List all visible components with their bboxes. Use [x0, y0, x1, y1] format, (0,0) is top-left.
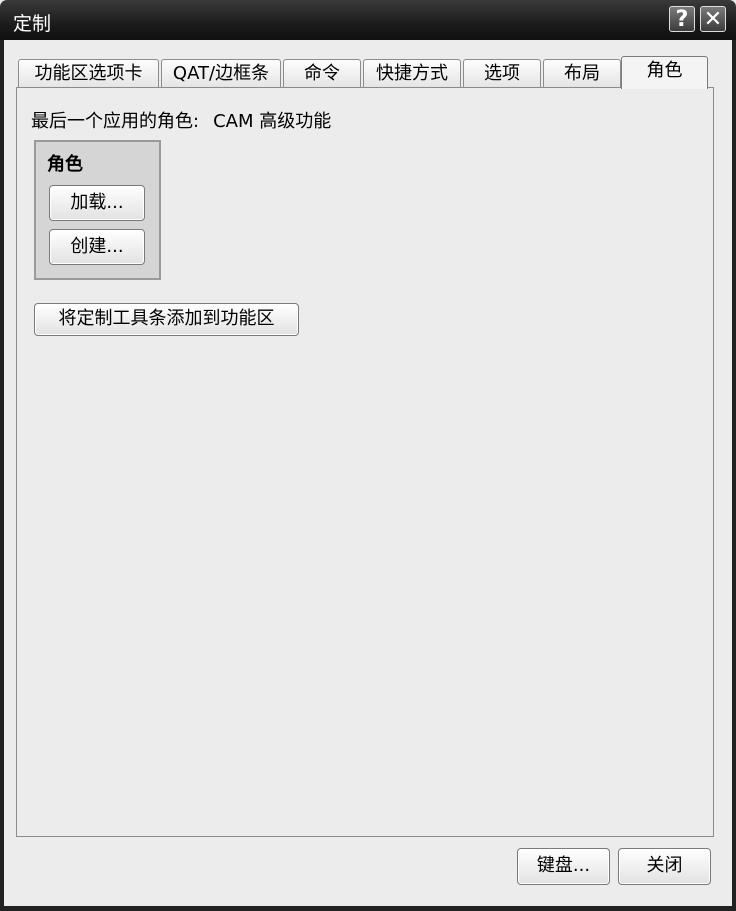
keyboard-button[interactable]: 键盘... [517, 848, 610, 885]
add-toolbars-to-ribbon-button[interactable]: 将定制工具条添加到功能区 [34, 303, 299, 336]
last-role-value: CAM 高级功能 [213, 111, 332, 132]
roles-tab-panel: 最后一个应用的角色: CAM 高级功能 角色 加载... 创建... 将定制工具条… [16, 87, 714, 837]
tab-ribbon-tabs[interactable]: 功能区选项卡 [18, 59, 159, 88]
tab-roles[interactable]: 角色 [621, 56, 708, 89]
window-frame-bottom [0, 906, 736, 911]
tab-commands[interactable]: 命令 [283, 59, 361, 88]
roles-group: 角色 加载... 创建... [34, 140, 161, 280]
load-role-button[interactable]: 加载... [49, 185, 145, 221]
create-role-button[interactable]: 创建... [49, 229, 145, 265]
help-icon[interactable]: ? [669, 6, 695, 32]
tab-options[interactable]: 选项 [463, 59, 541, 88]
last-role-label: 最后一个应用的角色: [31, 111, 200, 132]
close-icon[interactable]: ✕ [700, 6, 726, 32]
last-applied-role: 最后一个应用的角色: CAM 高级功能 [31, 107, 331, 133]
window-frame-left [0, 40, 4, 911]
tab-strip: 功能区选项卡 QAT/边框条 命令 快捷方式 选项 布局 角色 [18, 56, 718, 89]
roles-group-title: 角色 [47, 154, 83, 175]
window-title: 定制 [13, 13, 52, 35]
window-frame-right [732, 40, 736, 911]
tab-qat-border-bar[interactable]: QAT/边框条 [161, 59, 281, 88]
tab-shortcuts[interactable]: 快捷方式 [363, 59, 461, 88]
close-button[interactable]: 关闭 [618, 848, 711, 885]
title-bar[interactable]: 定制 ? ✕ [0, 0, 736, 40]
customize-dialog: 定制 ? ✕ 功能区选项卡 QAT/边框条 命令 快捷方式 选项 布局 角色 最… [0, 0, 736, 911]
tab-layout[interactable]: 布局 [543, 59, 621, 88]
